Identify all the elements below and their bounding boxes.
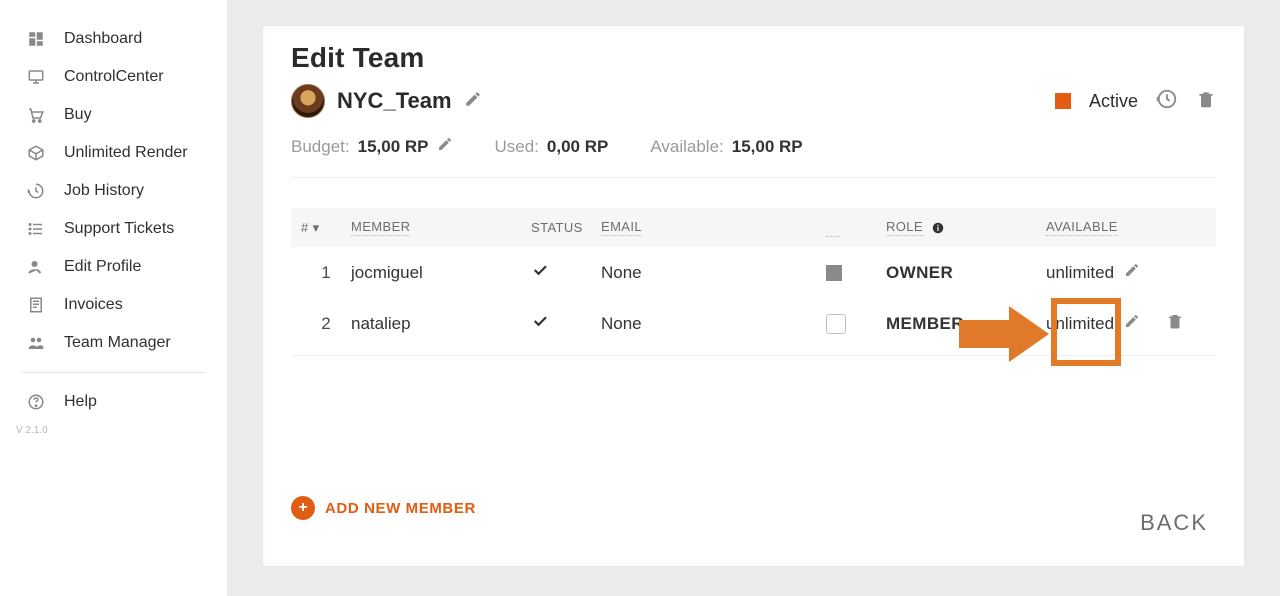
help-icon [26, 393, 46, 411]
edit-available-button[interactable] [1124, 262, 1140, 283]
history-icon [26, 182, 46, 200]
available-label: Available: [650, 137, 723, 157]
monitor-icon [26, 68, 46, 86]
row-num: 1 [301, 263, 351, 283]
sidebar-item-edit-profile[interactable]: Edit Profile [8, 248, 219, 286]
box-icon [26, 144, 46, 162]
row-num: 2 [301, 314, 351, 334]
download-toggle[interactable] [826, 265, 842, 281]
invoice-icon [26, 296, 46, 314]
used-label: Used: [495, 137, 539, 157]
role-select: OWNER [886, 263, 1046, 283]
check-icon [531, 312, 601, 335]
page-title: Edit Team [291, 42, 1216, 74]
sidebar-item-label: Help [64, 393, 97, 411]
sidebar-item-support-tickets[interactable]: Support Tickets [8, 210, 219, 248]
members-table: # ▾ MEMBER STATUS EMAIL ROLE AVAILABLE 1… [291, 208, 1216, 356]
budget-row: Budget: 15,00 RP Used: 0,00 RP Available… [291, 118, 1216, 178]
budget-value: 15,00 RP [358, 137, 429, 157]
sidebar-item-label: Buy [64, 106, 92, 124]
sidebar-item-label: Invoices [64, 296, 123, 314]
edit-team-card: Edit Team NYC_Team Active [263, 26, 1244, 566]
sidebar-item-dashboard[interactable]: Dashboard [8, 20, 219, 58]
sidebar-item-label: Edit Profile [64, 258, 141, 276]
chevron-down-icon: ▾ [974, 314, 983, 334]
team-avatar [291, 84, 325, 118]
member-name: nataliep [351, 314, 531, 334]
member-name: jocmiguel [351, 263, 531, 283]
version-label: V 2.1.0 [8, 425, 219, 436]
list-icon [26, 220, 46, 238]
team-icon [26, 334, 46, 352]
sidebar-item-invoices[interactable]: Invoices [8, 286, 219, 324]
sidebar-item-unlimited-render[interactable]: Unlimited Render [8, 134, 219, 172]
delete-team-button[interactable] [1196, 89, 1216, 113]
table-header: # ▾ MEMBER STATUS EMAIL ROLE AVAILABLE [291, 208, 1216, 247]
edit-available-button[interactable] [1124, 313, 1140, 334]
status-label: Active [1089, 91, 1138, 112]
team-name: NYC_Team [337, 88, 452, 114]
add-member-label: ADD NEW MEMBER [325, 500, 476, 517]
sidebar-item-label: Dashboard [64, 30, 142, 48]
available-value: unlimited [1046, 314, 1114, 334]
budget-label: Budget: [291, 137, 350, 157]
member-email: None [601, 263, 826, 283]
col-status[interactable]: STATUS [531, 220, 601, 235]
sidebar-item-label: Unlimited Render [64, 144, 188, 162]
member-email: None [601, 314, 826, 334]
sidebar-item-label: Team Manager [64, 334, 171, 352]
col-download[interactable] [826, 218, 886, 237]
delete-member-button[interactable] [1166, 315, 1184, 334]
add-member-button[interactable]: + ADD NEW MEMBER [291, 496, 1216, 520]
divider [22, 372, 205, 373]
table-row: 1jocmiguel None OWNER unlimited [291, 247, 1216, 298]
role-select[interactable]: MEMBER ▾ [886, 314, 1046, 334]
col-role[interactable]: ROLE [886, 219, 1046, 236]
sidebar-item-controlcenter[interactable]: ControlCenter [8, 58, 219, 96]
sidebar-item-help[interactable]: Help [8, 383, 219, 421]
cart-icon [26, 106, 46, 124]
sidebar-item-buy[interactable]: Buy [8, 96, 219, 134]
edit-budget-button[interactable] [437, 136, 453, 157]
edit-team-name-button[interactable] [464, 90, 482, 112]
col-email[interactable]: EMAIL [601, 219, 826, 236]
check-icon [531, 261, 601, 284]
available-value: 15,00 RP [732, 137, 803, 157]
sidebar-item-team-manager[interactable]: Team Manager [8, 324, 219, 362]
sidebar-item-label: ControlCenter [64, 68, 164, 86]
dashboard-icon [26, 30, 46, 48]
plus-icon: + [291, 496, 315, 520]
sidebar-item-label: Job History [64, 182, 144, 200]
history-icon[interactable] [1156, 88, 1178, 114]
team-header: NYC_Team Active [291, 84, 1216, 118]
col-num[interactable]: # ▾ [301, 220, 351, 236]
user-edit-icon [26, 258, 46, 276]
table-row: 2nataliep None MEMBER ▾unlimited [291, 298, 1216, 349]
col-member[interactable]: MEMBER [351, 219, 531, 236]
available-value: unlimited [1046, 263, 1114, 283]
back-button[interactable]: BACK [1140, 510, 1208, 536]
sidebar: Dashboard ControlCenter Buy Unlimited Rende… [0, 0, 227, 596]
sidebar-item-label: Support Tickets [64, 220, 174, 238]
main: Edit Team NYC_Team Active [227, 0, 1280, 596]
sidebar-item-job-history[interactable]: Job History [8, 172, 219, 210]
status-indicator [1055, 93, 1071, 109]
used-value: 0,00 RP [547, 137, 608, 157]
info-icon [931, 221, 945, 235]
col-available[interactable]: AVAILABLE [1046, 219, 1166, 236]
download-toggle[interactable] [826, 314, 846, 334]
